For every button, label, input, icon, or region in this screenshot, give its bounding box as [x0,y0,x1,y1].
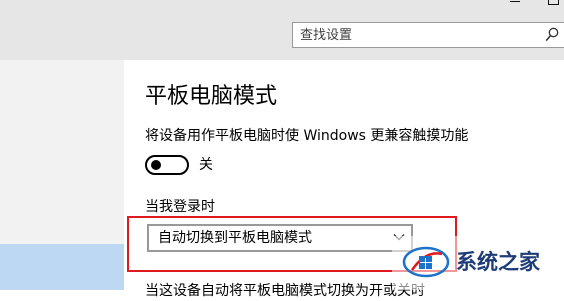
toggle-state-label: 关 [199,157,213,173]
watermark: 系统之家 [392,236,564,290]
page-title: 平板电脑模式 [145,84,278,109]
signin-section-label: 当我登录时 [145,199,215,215]
dropdown-selected-value: 自动切换到平板电脑模式 [158,230,312,246]
next-setting-label: 当这设备自动将平板电脑模式切换为开或关时 [145,283,425,299]
search-input[interactable] [300,27,530,45]
tablet-mode-description: 将设备用作平板电脑时使 Windows 更兼容触摸功能 [145,128,469,144]
watermark-text: 系统之家 [456,250,540,274]
nav-item-selected[interactable] [0,244,124,290]
watermark-logo-icon [402,246,450,278]
search-icon[interactable] [545,27,559,43]
search-box[interactable] [292,22,564,48]
maximize-button[interactable] [534,0,564,7]
tablet-mode-toggle[interactable] [145,155,189,175]
minimize-button[interactable] [494,0,534,7]
title-bar [0,0,564,60]
signin-behavior-dropdown[interactable]: 自动切换到平板电脑模式 [147,224,413,252]
toggle-knob [151,160,161,170]
